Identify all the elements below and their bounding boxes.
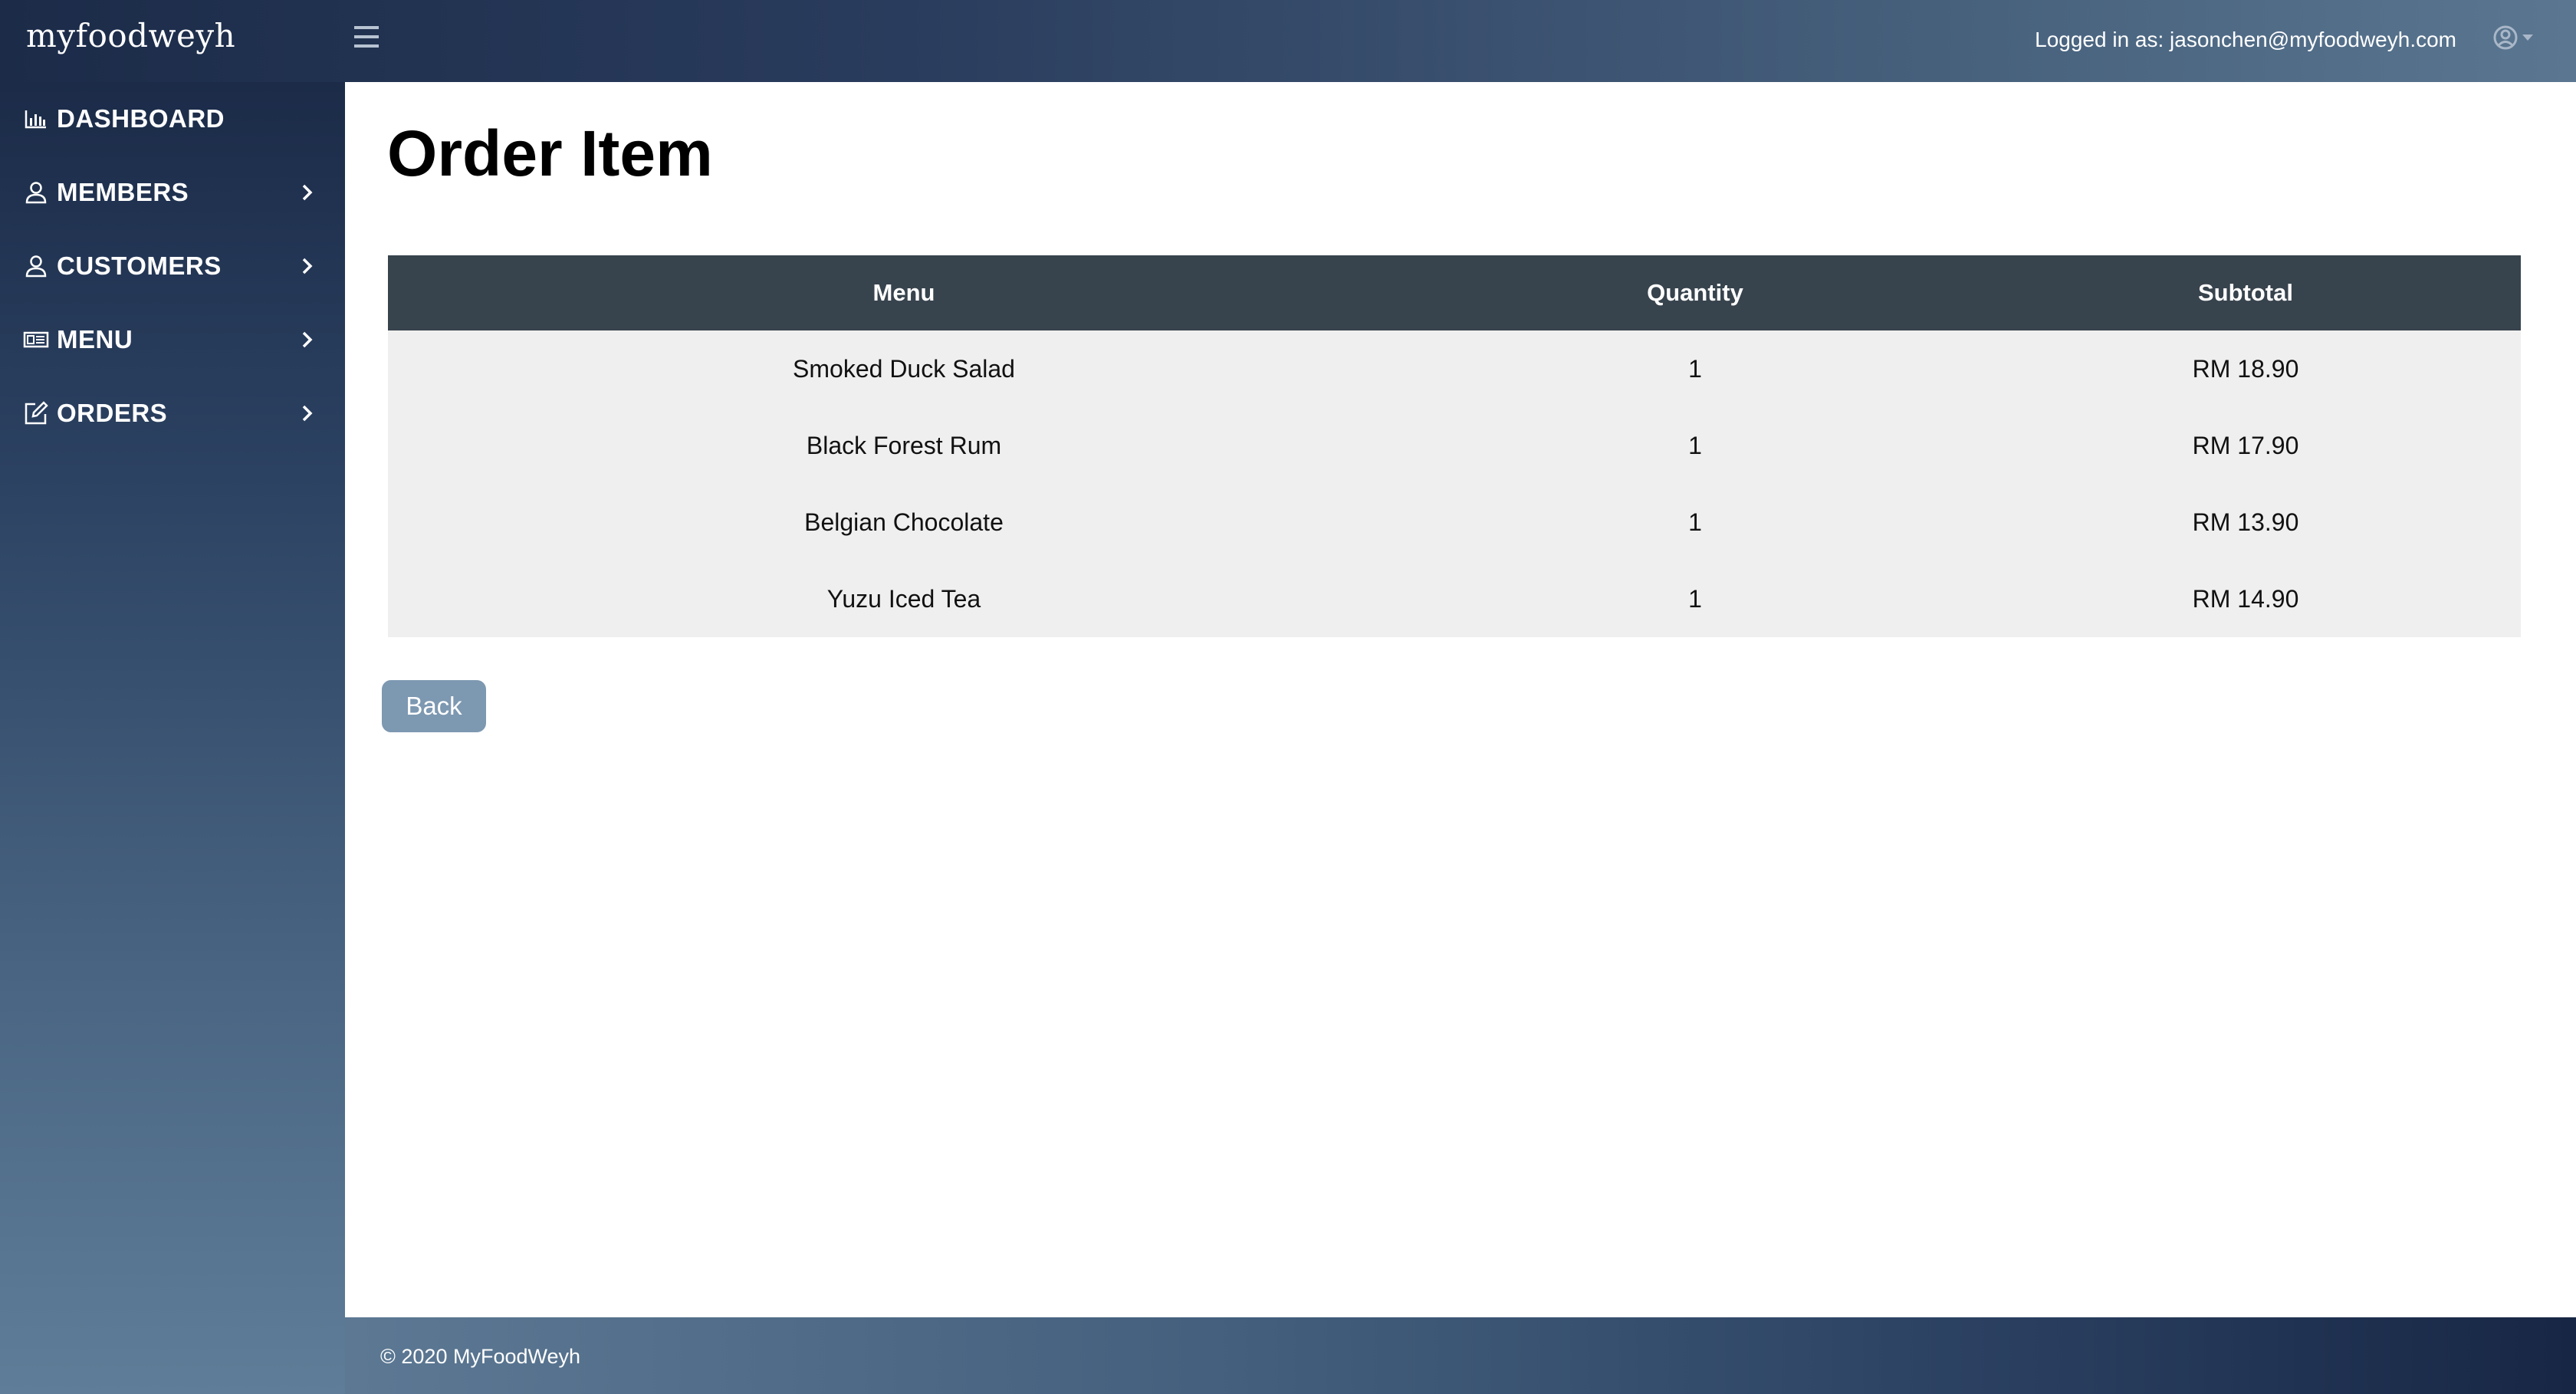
table-row: Smoked Duck Salad 1 RM 18.90 (388, 330, 2521, 407)
cell-subtotal: RM 17.90 (2192, 431, 2299, 459)
user-icon (25, 255, 47, 278)
sidebar-item-dashboard[interactable]: DASHBOARD (0, 82, 345, 156)
chevron-right-icon (302, 405, 313, 422)
cell-subtotal: RM 13.90 (2192, 508, 2299, 536)
menu-card-icon (23, 331, 49, 348)
table-row: Black Forest Rum 1 RM 17.90 (388, 407, 2521, 484)
cell-subtotal: RM 14.90 (2192, 584, 2299, 613)
copyright-text: © 2020 MyFoodWeyh (380, 1345, 581, 1368)
sidebar-item-label: MENU (57, 325, 133, 353)
chevron-right-icon (302, 184, 313, 201)
top-bar: myfoodweyh Logged in as: jasonchen@myfoo… (0, 0, 2576, 82)
page-title: Order Item (387, 117, 713, 189)
back-button[interactable]: Back (382, 680, 486, 732)
cell-quantity: 1 (1688, 584, 1702, 613)
bar-chart-icon (25, 110, 46, 129)
column-header-quantity: Quantity (1647, 279, 1743, 306)
cell-menu: Belgian Chocolate (804, 508, 1004, 536)
column-header-menu: Menu (872, 279, 935, 306)
sidebar-item-customers[interactable]: CUSTOMERS (0, 229, 345, 303)
sidebar-item-orders[interactable]: ORDERS (0, 376, 345, 450)
hamburger-menu-icon[interactable] (354, 26, 379, 49)
cell-quantity: 1 (1688, 354, 1702, 383)
cell-quantity: 1 (1688, 431, 1702, 459)
sidebar-item-label: CUSTOMERS (57, 252, 222, 280)
table-row: Belgian Chocolate 1 RM 13.90 (388, 484, 2521, 561)
chevron-right-icon (302, 258, 313, 275)
user-circle-icon (2493, 25, 2533, 50)
sidebar-item-label: DASHBOARD (57, 104, 225, 133)
sidebar-item-label: MEMBERS (57, 178, 189, 206)
chevron-right-icon (302, 331, 313, 348)
sidebar-item-label: ORDERS (57, 399, 168, 427)
cell-quantity: 1 (1688, 508, 1702, 536)
table-row: Yuzu Iced Tea 1 RM 14.90 (388, 561, 2521, 637)
brand-logo[interactable]: myfoodweyh (26, 17, 235, 54)
login-info: Logged in as: jasonchen@myfoodweyh.com (2035, 28, 2456, 51)
footer: © 2020 MyFoodWeyh (345, 1317, 2576, 1394)
edit-icon (25, 401, 48, 425)
table-header-row: Menu Quantity Subtotal (388, 255, 2521, 330)
cell-menu: Yuzu Iced Tea (826, 584, 981, 613)
cell-menu: Black Forest Rum (806, 431, 1002, 459)
user-icon (25, 182, 47, 204)
sidebar: DASHBOARD MEMBERS CUSTOMERS MENU ORDERS (0, 82, 345, 1394)
user-menu-dropdown[interactable] (2492, 23, 2541, 54)
cell-subtotal: RM 18.90 (2192, 354, 2299, 383)
order-items-table: Menu Quantity Subtotal Smoked Duck Salad… (388, 255, 2521, 637)
sidebar-item-menu[interactable]: MENU (0, 303, 345, 376)
cell-menu: Smoked Duck Salad (793, 354, 1015, 383)
sidebar-item-members[interactable]: MEMBERS (0, 156, 345, 229)
column-header-subtotal: Subtotal (2198, 279, 2293, 306)
